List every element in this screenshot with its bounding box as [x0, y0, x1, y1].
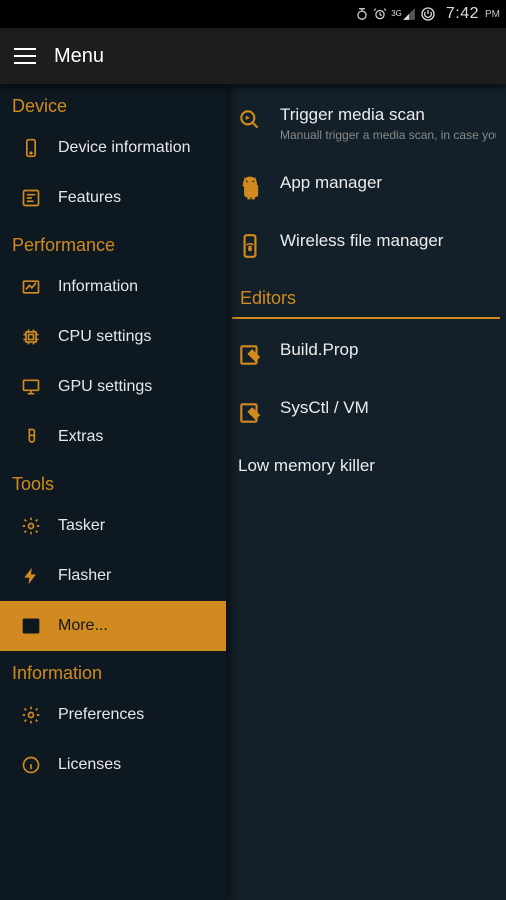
cpu-icon: [20, 326, 42, 348]
content-item-sysctl-vm[interactable]: SysCtl / VM: [226, 383, 506, 441]
network-signal-icon: 3G: [391, 7, 416, 21]
edit-file-icon: [236, 341, 264, 369]
content-item-trigger-media-scan[interactable]: Trigger media scan Manuall trigger a med…: [226, 90, 506, 158]
hamburger-menu-button[interactable]: [14, 48, 36, 64]
content-item-title: SysCtl / VM: [280, 397, 496, 419]
content-item-title: App manager: [280, 172, 496, 194]
section-header-performance: Performance: [0, 223, 226, 262]
info-circle-icon: [20, 754, 42, 776]
content-pane: Trigger media scan Manuall trigger a med…: [226, 84, 506, 900]
status-bar: 3G 7:42 PM: [0, 0, 506, 28]
monitor-icon: [20, 376, 42, 398]
section-header-tools: Tools: [0, 462, 226, 501]
sidebar-item-flasher[interactable]: Flasher: [0, 551, 226, 601]
power-circle-icon: [420, 6, 436, 22]
sidebar-item-device-information[interactable]: Device information: [0, 123, 226, 173]
app-bar: Menu: [0, 28, 506, 84]
sidebar-item-label: More...: [58, 617, 108, 635]
sidebar-item-more[interactable]: More...: [0, 601, 226, 651]
sidebar-item-cpu-settings[interactable]: CPU settings: [0, 312, 226, 362]
edit-file-icon: [236, 399, 264, 427]
sidebar-item-extras[interactable]: Extras: [0, 412, 226, 462]
content-item-wireless-file-manager[interactable]: Wireless file manager: [226, 216, 506, 274]
sidebar-item-information[interactable]: Information: [0, 262, 226, 312]
phone-info-icon: [20, 137, 42, 159]
lightning-icon: [20, 565, 42, 587]
sidebar-item-label: Licenses: [58, 756, 121, 774]
navigation-drawer: Device Device information Features Perfo…: [0, 84, 226, 900]
sidebar-item-label: Extras: [58, 428, 103, 446]
sidebar-item-label: Information: [58, 278, 138, 296]
clock-ampm: PM: [485, 9, 500, 20]
gear-icon: [20, 515, 42, 537]
content-item-app-manager[interactable]: App manager: [226, 158, 506, 216]
section-header-device: Device: [0, 84, 226, 123]
section-header-information: Information: [0, 651, 226, 690]
features-icon: [20, 187, 42, 209]
clock-time: 7:42: [446, 5, 479, 23]
stopwatch-icon: [355, 7, 369, 21]
code-window-icon: [20, 615, 42, 637]
android-icon: [236, 174, 264, 202]
sidebar-item-label: Preferences: [58, 706, 144, 724]
app-bar-title: Menu: [54, 45, 104, 68]
chart-line-icon: [20, 276, 42, 298]
sidebar-item-preferences[interactable]: Preferences: [0, 690, 226, 740]
phone-wifi-icon: [236, 232, 264, 260]
content-item-low-memory-killer[interactable]: Low memory killer: [226, 441, 506, 491]
content-item-title: Low memory killer: [238, 455, 496, 477]
content-item-title: Trigger media scan: [280, 104, 496, 126]
sidebar-item-label: Features: [58, 189, 121, 207]
sidebar-item-label: Tasker: [58, 517, 105, 535]
content-item-title: Wireless file manager: [280, 230, 496, 252]
gear-icon: [20, 704, 42, 726]
sidebar-item-licenses[interactable]: Licenses: [0, 740, 226, 790]
sidebar-item-tasker[interactable]: Tasker: [0, 501, 226, 551]
sidebar-item-gpu-settings[interactable]: GPU settings: [0, 362, 226, 412]
sidebar-item-label: Flasher: [58, 567, 111, 585]
section-header-editors: Editors: [232, 274, 500, 319]
content-item-subtitle: Manuall trigger a media scan, in case yo…: [280, 128, 496, 144]
test-tube-icon: [20, 426, 42, 448]
sidebar-item-label: GPU settings: [58, 378, 152, 396]
magnify-media-icon: [236, 106, 264, 134]
sidebar-item-features[interactable]: Features: [0, 173, 226, 223]
content-item-title: Build.Prop: [280, 339, 496, 361]
content-item-build-prop[interactable]: Build.Prop: [226, 325, 506, 383]
sidebar-item-label: Device information: [58, 139, 191, 157]
sidebar-item-label: CPU settings: [58, 328, 151, 346]
alarm-icon: [373, 7, 387, 21]
